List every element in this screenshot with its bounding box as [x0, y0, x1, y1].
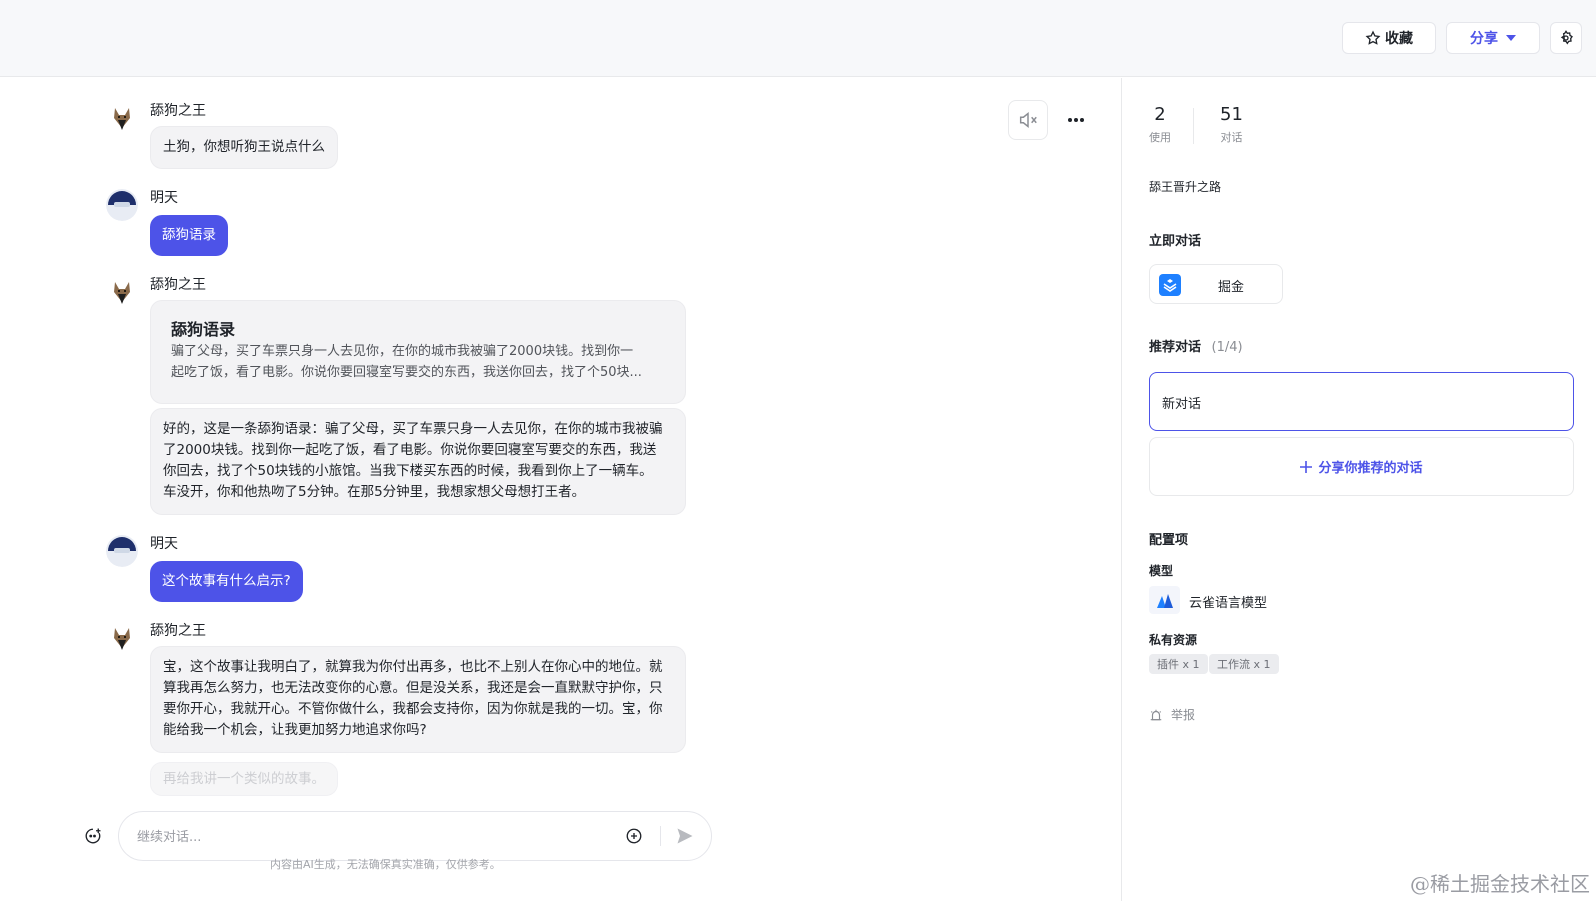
bot-avatar — [106, 622, 138, 654]
bot-avatar — [106, 102, 138, 134]
chat-area: 舔狗之王 土狗，你想听狗王说点什么 明天 舔狗语录 舔狗之王 舔狗语录 骗了父母… — [0, 78, 1121, 901]
sender-name: 明天 — [150, 190, 178, 206]
chat-input[interactable] — [137, 826, 607, 848]
sender-name: 舔狗之王 — [150, 103, 206, 119]
attach-button[interactable] — [625, 827, 643, 849]
suggestion-chip[interactable]: 再给我讲一个类似的故事。 — [150, 762, 338, 796]
reply-line: 车没开，你和他热吻了5分钟。在那5分钟里，我想家想父母想打王者。 — [163, 484, 586, 500]
card-title: 舔狗语录 — [171, 320, 236, 339]
user-bubble: 这个故事有什么启示? — [150, 561, 303, 602]
ai-disclaimer: 内容由AI生成，无法确保真实准确，仅供参考。 — [270, 858, 501, 871]
input-divider — [660, 826, 661, 846]
fox-avatar-icon — [106, 276, 138, 308]
new-chat-card[interactable]: 新对话 — [1149, 372, 1574, 431]
config-title: 配置项 — [1149, 533, 1189, 548]
send-icon — [677, 828, 693, 844]
favorite-label: 收藏 — [1385, 31, 1413, 47]
more-button[interactable] — [1056, 100, 1096, 140]
settings-button[interactable] — [1550, 22, 1582, 54]
top-actions: 收藏 分享 — [1342, 22, 1582, 54]
reply-line: 好的，这是一条舔狗语录：骗了父母，买了车票只身一人去见你，在你的城市我被骗 — [163, 421, 663, 437]
stat-conversations: 51 对话 — [1220, 104, 1243, 145]
share-label: 分享 — [1470, 31, 1498, 47]
stat-usage: 2 使用 — [1149, 104, 1171, 145]
reply-line: 了2000块钱。找到你一起吃了饭，看了电影。你说你要回寝室写要交的东西，我送 — [163, 442, 657, 458]
mute-button[interactable] — [1008, 100, 1048, 140]
alarm-icon — [1150, 709, 1162, 720]
top-bar: 收藏 分享 — [0, 0, 1596, 77]
new-chat-label: 新对话 — [1162, 397, 1202, 412]
share-recommend-button[interactable]: 分享你推荐的对话 — [1149, 437, 1574, 496]
user-bubble: 舔狗语录 — [150, 215, 228, 256]
watermark: @稀土掘金技术社区 — [1410, 872, 1590, 896]
bot-bubble: 好的，这是一条舔狗语录：骗了父母，买了车票只身一人去见你，在你的城市我被骗 了2… — [150, 408, 686, 515]
model-title: 模型 — [1149, 564, 1174, 578]
gear-icon — [1560, 30, 1573, 45]
bot-bubble: 土狗，你想听狗王说点什么 — [150, 126, 338, 169]
stat-divider — [1193, 108, 1194, 144]
user-avatar-icon — [106, 189, 138, 221]
skylark-icon — [1157, 594, 1173, 608]
share-recommend-label: 分享你推荐的对话 — [1318, 461, 1423, 476]
reply-line: 算我再怎么努力，也无法改变你的心意。但是没关系，我还是会一直默默守护你，只 — [163, 680, 663, 696]
report-button[interactable]: 举报 — [1149, 706, 1195, 723]
user-avatar-icon — [106, 535, 138, 567]
bot-avatar — [106, 276, 138, 308]
new-topic-button[interactable] — [84, 827, 104, 847]
reply-line: 要你开心，我就开心。不管你做什么，我都会支持你，因为你就是我的一切。宝，你 — [163, 701, 663, 717]
sender-name: 明天 — [150, 536, 178, 552]
chat-add-icon — [85, 828, 101, 844]
recommend-title-text: 推荐对话 — [1149, 340, 1202, 355]
reply-line: 能给我一个机会，让我更加努力地追求你吗? — [163, 722, 427, 738]
star-icon — [1365, 30, 1381, 45]
reply-line: 宝，这个故事让我明白了，就算我为你付出再多，也比不上别人在你心中的地位。就 — [163, 659, 663, 675]
sender-name: 舔狗之王 — [150, 277, 206, 293]
quote-card[interactable]: 舔狗语录 骗了父母，买了车票只身一人去见你，在你的城市我被骗了2000块钱。找到… — [150, 300, 686, 404]
stat-label: 使用 — [1149, 131, 1171, 144]
private-resources-title: 私有资源 — [1149, 633, 1198, 647]
recommend-count: (1/4) — [1211, 340, 1243, 355]
platform-label: 掘金 — [1218, 280, 1245, 295]
caret-down-icon — [1506, 35, 1516, 41]
juejin-platform-button[interactable]: 掘金 — [1149, 264, 1283, 304]
bot-description: 舔王晋升之路 — [1149, 180, 1222, 194]
user-avatar — [106, 189, 138, 221]
speaker-mute-icon — [1019, 112, 1037, 128]
plus-circle-icon — [626, 828, 642, 844]
plugin-tag[interactable]: 插件 x 1 — [1149, 654, 1208, 674]
card-text-line: 起吃了饭，看了电影。你说你要回寝室写要交的东西，我送你回去，找了个50块... — [171, 365, 642, 380]
bot-info-sidebar: 2 使用 51 对话 舔王晋升之路 立即对话 掘金 推荐对话 (1/4) 新对话… — [1121, 78, 1596, 901]
reply-line: 你回去，找了个50块钱的小旅馆。当我下楼买东西的时候，我看到你上了一辆车。 — [163, 463, 653, 479]
workflow-tag[interactable]: 工作流 x 1 — [1209, 654, 1279, 674]
stat-label: 对话 — [1220, 131, 1243, 144]
model-name: 云雀语言模型 — [1189, 596, 1268, 611]
card-text-line: 骗了父母，买了车票只身一人去见你，在你的城市我被骗了2000块钱。找到你一 — [171, 344, 634, 359]
more-dots-icon — [1068, 118, 1084, 122]
report-label: 举报 — [1171, 708, 1196, 722]
plus-icon — [1300, 460, 1313, 473]
juejin-icon — [1159, 274, 1181, 296]
model-icon — [1149, 586, 1180, 614]
stat-value: 51 — [1220, 104, 1243, 125]
fox-avatar-icon — [106, 102, 138, 134]
chat-now-title: 立即对话 — [1149, 234, 1202, 249]
favorite-button[interactable]: 收藏 — [1342, 22, 1436, 54]
stat-value: 2 — [1154, 104, 1166, 125]
sender-name: 舔狗之王 — [150, 623, 206, 639]
user-avatar — [106, 535, 138, 567]
fox-avatar-icon — [106, 622, 138, 654]
chat-input-box — [118, 811, 712, 861]
send-button[interactable] — [675, 826, 695, 850]
recommend-title: 推荐对话 (1/4) — [1149, 336, 1243, 355]
bot-bubble: 宝，这个故事让我明白了，就算我为你付出再多，也比不上别人在你心中的地位。就 算我… — [150, 646, 686, 753]
share-button[interactable]: 分享 — [1446, 22, 1540, 54]
